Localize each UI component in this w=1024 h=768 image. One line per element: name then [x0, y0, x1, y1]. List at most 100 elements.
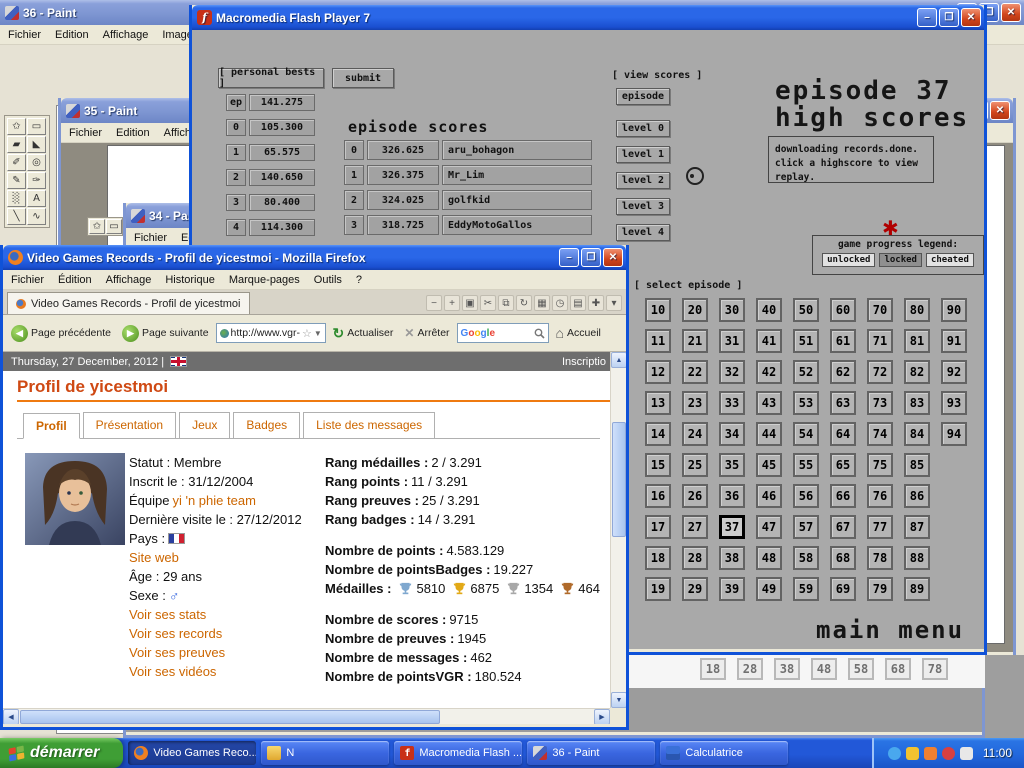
episode-cell-30[interactable]: 30 [719, 298, 745, 322]
episode-cell-50[interactable]: 50 [793, 298, 819, 322]
eraser-tool[interactable]: ▰ [7, 136, 26, 153]
paint36-menu-affichage[interactable]: Affichage [103, 29, 149, 41]
refresh-button[interactable]: ↻ Actualiser [329, 322, 398, 345]
episode-cell-16[interactable]: 16 [645, 484, 671, 508]
horizontal-scrollbar[interactable]: ◀ ▶ [3, 708, 610, 724]
paint35-menu-edition[interactable]: Edition [116, 127, 150, 139]
firefox-menu-fichier[interactable]: Fichier [11, 274, 44, 286]
close-button[interactable]: ✕ [990, 101, 1010, 120]
new-tab-icon[interactable]: ✚ [588, 295, 604, 311]
episode-cell-67[interactable]: 67 [830, 515, 856, 539]
episode-cell-42[interactable]: 42 [756, 360, 782, 384]
episode-cell-21[interactable]: 21 [682, 329, 708, 353]
episode-cell-28[interactable]: 28 [682, 546, 708, 570]
antivirus-icon[interactable] [906, 747, 919, 760]
episode-cell-73[interactable]: 73 [867, 391, 893, 415]
browser-tab[interactable]: Video Games Records - Profil de yicestmo… [7, 292, 250, 314]
episode-cell-46[interactable]: 46 [756, 484, 782, 508]
start-button[interactable]: démarrer [0, 738, 123, 768]
episode-cell-71[interactable]: 71 [867, 329, 893, 353]
color-picker-tool[interactable]: ✐ [7, 154, 26, 171]
episode-cell-88[interactable]: 88 [904, 546, 930, 570]
score-value[interactable]: 318.725 [367, 215, 439, 235]
episode-cell-62[interactable]: 62 [830, 360, 856, 384]
taskbar-button-36-paint[interactable]: 36 - Paint [527, 741, 655, 765]
episode-cell-85[interactable]: 85 [904, 453, 930, 477]
episode-cell-59[interactable]: 59 [793, 577, 819, 601]
maximize-button[interactable]: ❐ [939, 8, 959, 27]
episode-cell-64[interactable]: 64 [830, 422, 856, 446]
profile-tab-pr-sentation[interactable]: Présentation [83, 412, 176, 438]
episode-cell-39[interactable]: 39 [719, 577, 745, 601]
episode-cell-32[interactable]: 32 [719, 360, 745, 384]
forward-button[interactable]: ▶ Page suivante [118, 322, 213, 345]
scroll-left-arrow[interactable]: ◀ [3, 709, 19, 725]
scroll-right-arrow[interactable]: ▶ [594, 709, 610, 725]
firefox-menu-historique[interactable]: Historique [165, 274, 215, 286]
score-player[interactable]: Mr_Lim [442, 165, 592, 185]
horizontal-scroll-thumb[interactable] [20, 710, 440, 724]
vertical-scrollbar[interactable]: ▲ ▼ [610, 352, 626, 708]
episode-cell-77[interactable]: 77 [867, 515, 893, 539]
back-button[interactable]: ◀ Page précédente [7, 322, 115, 345]
episode-cell-81[interactable]: 81 [904, 329, 930, 353]
profile-tab-badges[interactable]: Badges [233, 412, 300, 438]
episode-cell-14[interactable]: 14 [645, 422, 671, 446]
minimize-button[interactable]: – [559, 248, 579, 267]
episode-cell-41[interactable]: 41 [756, 329, 782, 353]
episode-cell-52[interactable]: 52 [793, 360, 819, 384]
episode-cell-15[interactable]: 15 [645, 453, 671, 477]
submit-button[interactable]: submit [332, 68, 394, 88]
episode-cell-31[interactable]: 31 [719, 329, 745, 353]
episode-cell-70[interactable]: 70 [867, 298, 893, 322]
firefox-menu-affichage[interactable]: Affichage [106, 274, 152, 286]
episode-cell-36[interactable]: 36 [719, 484, 745, 508]
view-level-4-button[interactable]: level 4 [616, 224, 670, 241]
episode-cell-60[interactable]: 60 [830, 298, 856, 322]
episode-cell-26[interactable]: 26 [682, 484, 708, 508]
episode-cell-72[interactable]: 72 [867, 360, 893, 384]
score-player[interactable]: aru_bohagon [442, 140, 592, 160]
episode-cell-84[interactable]: 84 [904, 422, 930, 446]
episode-cell-20[interactable]: 20 [682, 298, 708, 322]
episode-cell-27[interactable]: 27 [682, 515, 708, 539]
episode-cell-53[interactable]: 53 [793, 391, 819, 415]
episode-cell-58[interactable]: 58 [793, 546, 819, 570]
alert-icon[interactable] [942, 747, 955, 760]
episode-cell-47[interactable]: 47 [756, 515, 782, 539]
free-select-tool[interactable]: ✩ [7, 118, 26, 135]
episode-score-row[interactable]: 3318.725EddyMotoGallos [344, 215, 592, 235]
zoom-in-icon[interactable]: + [444, 295, 460, 311]
episode-cell-57[interactable]: 57 [793, 515, 819, 539]
personal-best-score[interactable]: 141.275 [249, 94, 315, 111]
free-select-tool[interactable]: ✩ [89, 219, 105, 234]
episode-cell-17[interactable]: 17 [645, 515, 671, 539]
line-tool[interactable]: ╲ [7, 208, 26, 225]
brush-tool[interactable]: ✑ [27, 172, 46, 189]
paint36-menu-fichier[interactable]: Fichier [8, 29, 41, 41]
copy-icon[interactable]: ⧉ [498, 295, 514, 311]
airbrush-tool[interactable]: ░ [7, 190, 26, 207]
messenger-icon[interactable] [888, 747, 901, 760]
episode-cell-45[interactable]: 45 [756, 453, 782, 477]
episode-cell-23[interactable]: 23 [682, 391, 708, 415]
episode-cell-78[interactable]: 78 [867, 546, 893, 570]
personal-best-score[interactable]: 140.650 [249, 169, 315, 186]
episode-cell-94[interactable]: 94 [941, 422, 967, 446]
episode-cell-63[interactable]: 63 [830, 391, 856, 415]
tile-icon[interactable]: ▦ [534, 295, 550, 311]
firefox-menu-outils[interactable]: Outils [314, 274, 342, 286]
episode-cell-43[interactable]: 43 [756, 391, 782, 415]
curve-tool[interactable]: ∿ [27, 208, 46, 225]
close-button[interactable]: ✕ [1001, 3, 1021, 22]
paste-icon[interactable]: ▣ [462, 295, 478, 311]
scroll-down-arrow[interactable]: ▼ [611, 692, 626, 708]
episode-score-row[interactable]: 0326.625aru_bohagon [344, 140, 592, 160]
taskbar-button-macromedia-flash[interactable]: fMacromedia Flash ... [394, 741, 522, 765]
episode-cell-40[interactable]: 40 [756, 298, 782, 322]
profile-tab-liste-des-messages[interactable]: Liste des messages [303, 412, 435, 438]
voir-ses-stats-link[interactable]: Voir ses stats [129, 607, 206, 622]
personal-best-score[interactable]: 105.300 [249, 119, 315, 136]
episode-cell-24[interactable]: 24 [682, 422, 708, 446]
close-button[interactable]: ✕ [603, 248, 623, 267]
